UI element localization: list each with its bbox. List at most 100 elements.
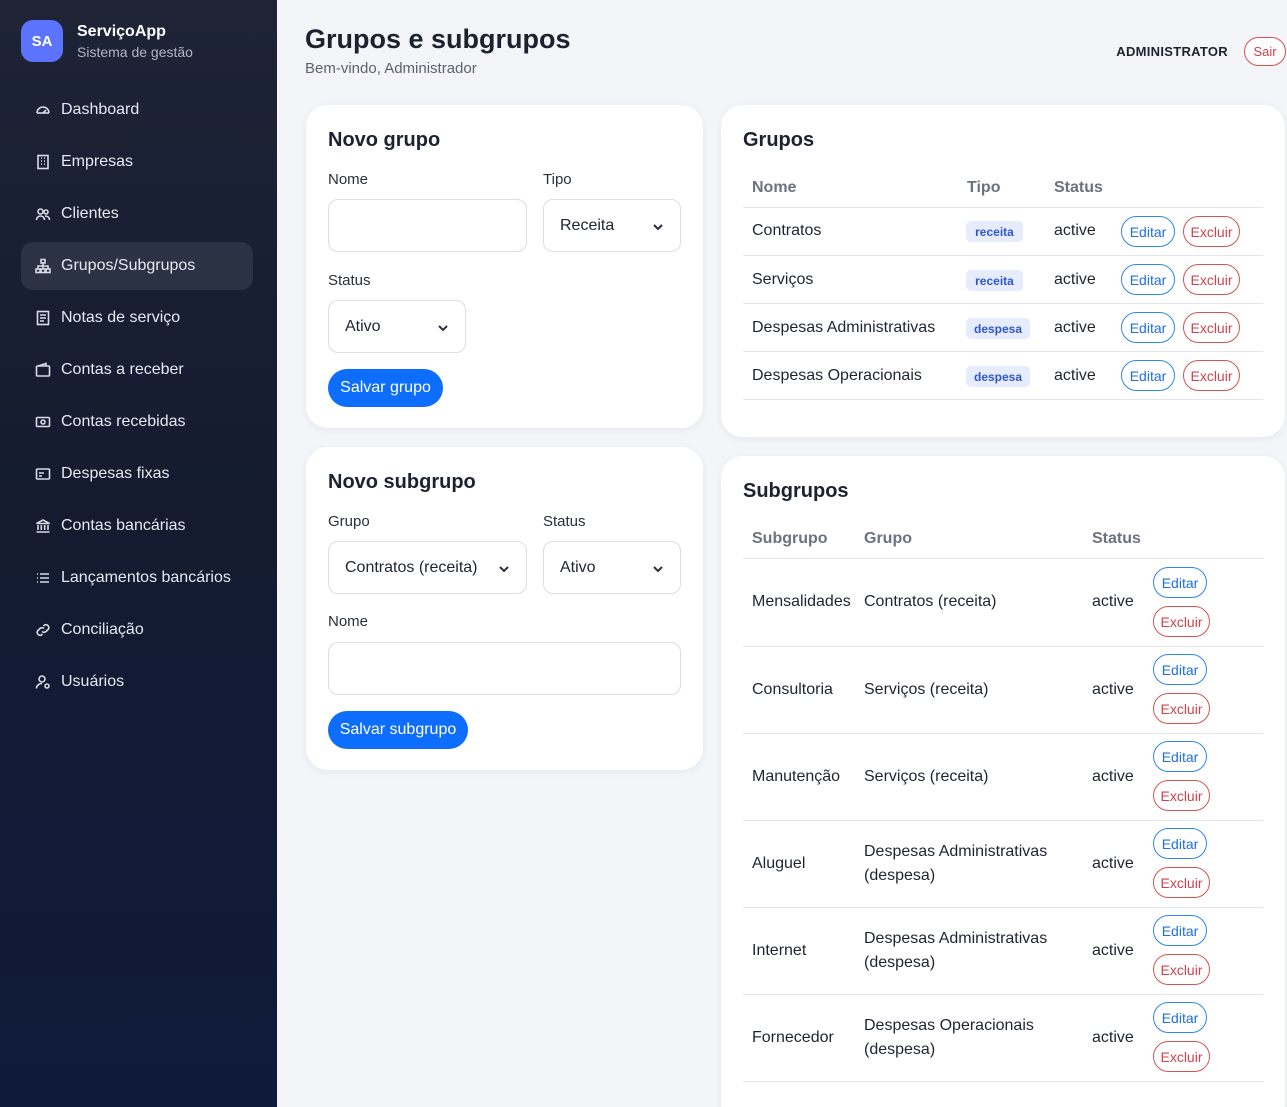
subgrupo-nome: Consultoria	[752, 681, 833, 698]
delete-button[interactable]: Excluir	[1153, 693, 1210, 724]
delete-button[interactable]: Excluir	[1183, 360, 1240, 391]
subgrupo-nome: Mensalidades	[752, 593, 851, 610]
sidebar-item-label: Contas bancárias	[61, 517, 186, 534]
card-title: Novo grupo	[328, 129, 441, 151]
subgrupo-status-select[interactable]: Ativo	[543, 541, 681, 594]
column-header-subgrupo: Subgrupo	[752, 530, 828, 547]
delete-button[interactable]: Excluir	[1183, 216, 1240, 247]
delete-button[interactable]: Excluir	[1183, 264, 1240, 295]
page-subtitle: Bem-vindo, Administrador	[305, 60, 477, 77]
divider	[743, 646, 1263, 647]
edit-button[interactable]: Editar	[1153, 915, 1207, 946]
edit-button[interactable]: Editar	[1153, 741, 1207, 772]
hierarchy-icon	[35, 258, 51, 274]
sidebar-item-despesas-fixas[interactable]: Despesas fixas	[21, 450, 253, 498]
subgrupo-grupo-tipo: (despesa)	[864, 954, 936, 971]
sidebar-item-empresas[interactable]: Empresas	[21, 138, 253, 186]
delete-button[interactable]: Excluir	[1153, 954, 1210, 985]
status-label: Status	[328, 272, 371, 289]
sidebar-item-clientes[interactable]: Clientes	[21, 190, 253, 238]
grupo-status: active	[1054, 319, 1096, 336]
subgrupo-nome: Aluguel	[752, 855, 806, 872]
edit-button[interactable]: Editar	[1153, 828, 1207, 859]
edit-button[interactable]: Editar	[1153, 1002, 1207, 1033]
status-select-value: Ativo	[560, 558, 596, 576]
divider	[743, 303, 1263, 304]
sidebar-item-lancamentos[interactable]: Lançamentos bancários	[21, 554, 253, 602]
edit-button[interactable]: Editar	[1121, 360, 1175, 391]
brand[interactable]: SA ServiçoApp Sistema de gestão	[21, 20, 193, 62]
sidebar-item-label: Usuários	[61, 673, 125, 690]
card-title: Novo subgrupo	[328, 471, 476, 493]
sidebar-item-label: Conciliação	[61, 621, 144, 638]
subgrupo-nome: Manutenção	[752, 768, 841, 785]
user-role: ADMINISTRATOR	[1116, 44, 1228, 59]
link-icon	[35, 622, 51, 638]
subgrupo-status: active	[1092, 681, 1134, 698]
users-icon	[35, 206, 51, 222]
bank-icon	[35, 518, 51, 534]
divider	[743, 994, 1263, 995]
sidebar-item-contas-recebidas[interactable]: Contas recebidas	[21, 398, 253, 446]
edit-button[interactable]: Editar	[1153, 654, 1207, 685]
subgrupo-nome-input[interactable]	[328, 642, 681, 695]
status-label: Status	[543, 513, 586, 530]
divider	[743, 558, 1263, 559]
card-icon	[35, 466, 51, 482]
delete-button[interactable]: Excluir	[1153, 780, 1210, 811]
page-title: Grupos e subgrupos	[305, 24, 571, 54]
sidebar-item-label: Contas a receber	[61, 361, 184, 378]
card-title: Grupos	[743, 129, 815, 151]
tipo-badge: despesa	[966, 318, 1030, 339]
sidebar-item-dashboard[interactable]: Dashboard	[21, 86, 253, 134]
edit-button[interactable]: Editar	[1121, 264, 1175, 295]
grupo-nome: Despesas Administrativas	[752, 319, 936, 336]
subgrupo-status: active	[1092, 593, 1134, 610]
status-select-value: Ativo	[345, 317, 381, 335]
column-header-status: Status	[1092, 530, 1141, 547]
edit-button[interactable]: Editar	[1153, 567, 1207, 598]
grupo-status: active	[1054, 367, 1096, 384]
salvar-subgrupo-button[interactable]: Salvar subgrupo	[328, 711, 468, 749]
sidebar-item-notas[interactable]: Notas de serviço	[21, 294, 253, 342]
delete-button[interactable]: Excluir	[1153, 867, 1210, 898]
grupo-nome-input[interactable]	[328, 199, 527, 252]
subgrupo-grupo-tipo: (despesa)	[864, 867, 936, 884]
edit-button[interactable]: Editar	[1121, 312, 1175, 343]
grupo-status: active	[1054, 271, 1096, 288]
tipo-badge: receita	[966, 270, 1023, 291]
sidebar-item-contas-receber[interactable]: Contas a receber	[21, 346, 253, 394]
subgrupo-grupo: Despesas Administrativas	[864, 930, 1048, 947]
sidebar-item-label: Dashboard	[61, 101, 140, 118]
subgrupos-card: Subgrupos Subgrupo Grupo Status Mensalid…	[721, 456, 1285, 1107]
sidebar-item-grupos-subgrupos[interactable]: Grupos/Subgrupos	[21, 242, 253, 290]
sidebar-item-usuarios[interactable]: Usuários	[21, 658, 253, 706]
delete-button[interactable]: Excluir	[1153, 606, 1210, 637]
chevron-down-icon	[652, 220, 664, 232]
salvar-grupo-button[interactable]: Salvar grupo	[328, 369, 443, 407]
delete-button[interactable]: Excluir	[1183, 312, 1240, 343]
sidebar-item-label: Lançamentos bancários	[61, 569, 231, 586]
grupo-label: Grupo	[328, 513, 370, 530]
subgrupo-nome: Fornecedor	[752, 1029, 834, 1046]
tipo-select[interactable]: Receita	[543, 199, 681, 252]
logout-button[interactable]: Sair	[1244, 37, 1286, 66]
novo-subgrupo-card: Novo subgrupo Grupo Contratos (receita) …	[306, 447, 703, 770]
grupo-nome: Despesas Operacionais	[752, 367, 922, 384]
sidebar-item-contas-bancarias[interactable]: Contas bancárias	[21, 502, 253, 550]
sidebar-item-conciliacao[interactable]: Conciliação	[21, 606, 253, 654]
column-header-tipo: Tipo	[967, 179, 1001, 196]
grupo-select-value: Contratos (receita)	[345, 558, 478, 576]
subgrupo-nome: Internet	[752, 942, 807, 959]
sidebar-item-label: Grupos/Subgrupos	[61, 257, 196, 274]
brand-subtitle: Sistema de gestão	[77, 43, 193, 60]
dashboard-icon	[35, 102, 51, 118]
delete-button[interactable]: Excluir	[1153, 1041, 1210, 1072]
edit-button[interactable]: Editar	[1121, 216, 1175, 247]
subgrupo-grupo-select[interactable]: Contratos (receita)	[328, 541, 527, 594]
subgrupo-grupo: Contratos (receita)	[864, 593, 997, 610]
column-header-grupo: Grupo	[864, 530, 912, 547]
wallet-icon	[35, 362, 51, 378]
grupo-status-select[interactable]: Ativo	[328, 300, 466, 353]
list-icon	[35, 570, 51, 586]
